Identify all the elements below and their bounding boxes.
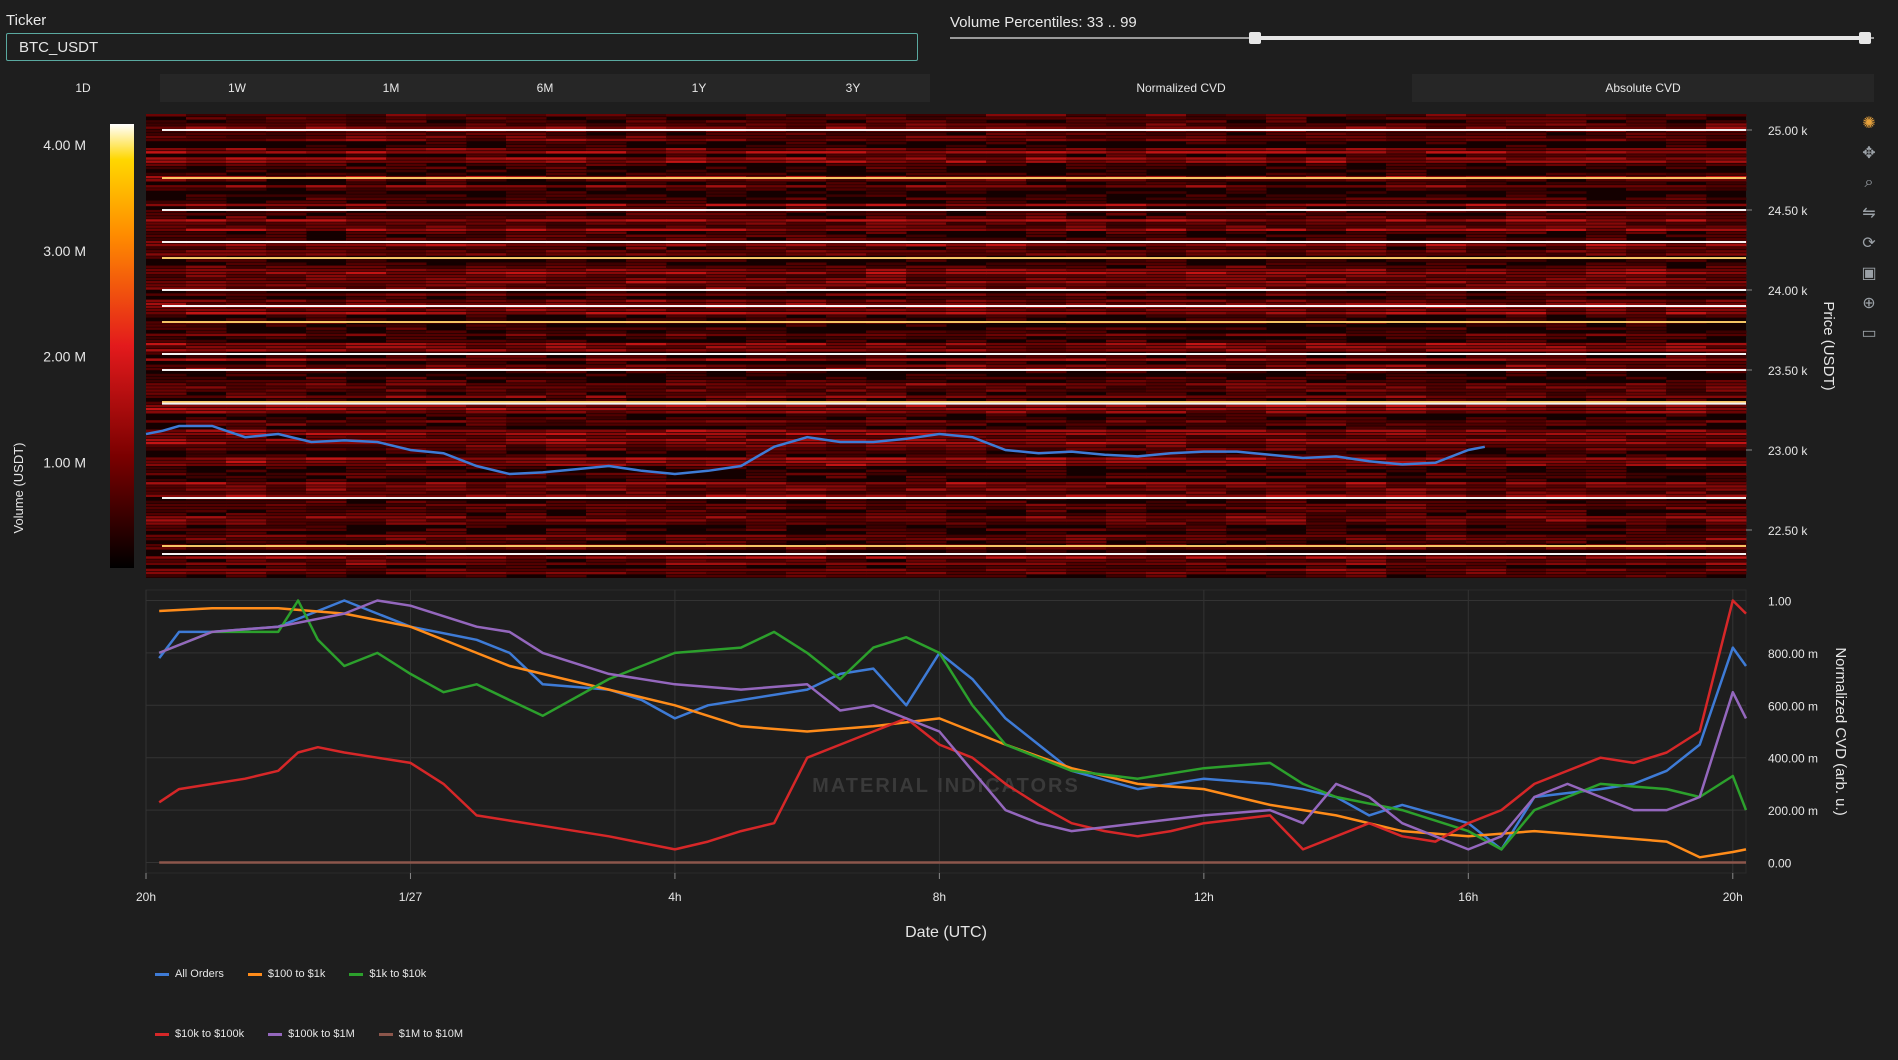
legend-swatch xyxy=(155,1032,169,1036)
colorbar-tick-label: 3.00 M xyxy=(43,243,86,259)
ticker-label: Ticker xyxy=(6,12,47,29)
legend-row-2: $10k to $100k $100k to $1M $1M to $10M xyxy=(155,1028,463,1040)
plotly-logo-icon[interactable]: ✺ xyxy=(1855,108,1883,138)
legend-item-100k-to-1m[interactable]: $100k to $1M xyxy=(268,1028,355,1040)
range-button-3y[interactable]: 3Y xyxy=(776,74,930,102)
chart-area: 1.00 M 2.00 M 3.00 M 4.00 M Volume (USDT) 22… xyxy=(11,114,1849,941)
legend-swatch xyxy=(247,972,262,976)
cvd-plot[interactable]: MATERIAL INDICATORS 0.00 200.00 m 400.00 m 6… xyxy=(136,589,1849,941)
colorbar-tick-label: 1.00 M xyxy=(43,454,86,470)
pan-icon[interactable]: ✥ xyxy=(1855,138,1883,168)
legend-item-10k-to-100k[interactable]: $10k to $100k xyxy=(155,1028,244,1040)
cvd-tick-label: 1.00 xyxy=(1768,594,1792,608)
watermark: MATERIAL INDICATORS xyxy=(812,775,1080,797)
legend-label: All Orders xyxy=(175,968,224,980)
download-icon[interactable]: ▣ xyxy=(1855,258,1883,288)
legend-item-100-to-1k[interactable]: $100 to $1k xyxy=(247,968,326,980)
legend-row-1: All Orders $100 to $1k $1k to $10k xyxy=(155,968,426,980)
legend-item-1m-to-10m[interactable]: $1M to $10M xyxy=(378,1028,463,1040)
hover-icon[interactable]: ▭ xyxy=(1855,318,1883,348)
legend-swatch xyxy=(378,1032,393,1036)
slider-handle-low[interactable] xyxy=(1248,32,1261,44)
time-range-buttons: 1D 1W 1M 6M 1Y 3Y xyxy=(6,74,930,102)
price-tick-label: 23.00 k xyxy=(1768,444,1808,458)
colorbar-tick-label: 2.00 M xyxy=(43,349,86,365)
legend-swatch xyxy=(349,972,364,976)
range-button-6m[interactable]: 6M xyxy=(468,74,622,102)
cvd-tick-label: 0.00 xyxy=(1768,857,1792,871)
colorbar-tick-label: 4.00 M xyxy=(43,137,86,153)
time-tick-label: 1/27 xyxy=(399,890,423,904)
zoom-icon[interactable]: ⌕ xyxy=(1855,168,1883,198)
price-tick-label: 24.00 k xyxy=(1768,284,1808,298)
volume-percentiles-slider[interactable] xyxy=(950,32,1874,44)
time-tick-label: 8h xyxy=(933,890,946,904)
cvd-tick-label: 800.00 m xyxy=(1768,647,1818,661)
range-button-1m[interactable]: 1M xyxy=(314,74,468,102)
price-axis-title: Price (USDT) xyxy=(1820,301,1837,390)
autoscale-icon[interactable]: ⟳ xyxy=(1855,228,1883,258)
heatmap-plot[interactable]: 22.50 k 23.00 k 23.50 k 24.00 k 24.50 k 25.00… xyxy=(145,114,1837,578)
colorbar-gradient xyxy=(110,124,134,568)
cvd-button-absolute-cvd[interactable]: Absolute CVD xyxy=(1412,74,1874,102)
ticker-input[interactable] xyxy=(6,33,918,61)
colorbar-title: Volume (USDT) xyxy=(11,442,26,533)
slider-handle-high[interactable] xyxy=(1858,32,1871,44)
cvd-axis-title: Normalized CVD (arb. u.) xyxy=(1832,647,1849,815)
zoom-in-out-icon[interactable]: ⇋ xyxy=(1855,198,1883,228)
spike-lines-icon[interactable]: ⊕ xyxy=(1855,288,1883,318)
time-tick-label: 12h xyxy=(1194,890,1214,904)
legend-label: $1M to $10M xyxy=(398,1028,463,1040)
cvd-mode-buttons: Normalized CVD Absolute CVD xyxy=(950,74,1874,102)
legend-item-1k-to-10k[interactable]: $1k to $10k xyxy=(349,968,426,980)
legend-label: $10k to $100k xyxy=(175,1028,245,1040)
time-tick-label: 4h xyxy=(668,890,681,904)
legend-item-all-orders[interactable]: All Orders xyxy=(155,968,224,980)
range-button-1w[interactable]: 1W xyxy=(160,74,314,102)
price-tick-label: 23.50 k xyxy=(1768,364,1808,378)
time-tick-label: 16h xyxy=(1458,890,1478,904)
slider-active-range xyxy=(1254,36,1865,40)
legend-swatch xyxy=(155,972,169,976)
volume-percentiles-label: Volume Percentiles: 33 .. 99 xyxy=(950,14,1137,31)
time-tick-label: 20h xyxy=(136,890,156,904)
price-tick-label: 24.50 k xyxy=(1768,204,1808,218)
range-button-1d[interactable]: 1D xyxy=(6,74,160,102)
cvd-button-normalized-cvd[interactable]: Normalized CVD xyxy=(950,74,1412,102)
legend-label: $100 to $1k xyxy=(267,968,326,980)
legend-label: $100k to $1M xyxy=(288,1028,355,1040)
cvd-tick-label: 200.00 m xyxy=(1768,804,1818,818)
cvd-tick-label: 400.00 m xyxy=(1768,752,1818,766)
colorbar: 1.00 M 2.00 M 3.00 M 4.00 M Volume (USDT) xyxy=(11,124,134,568)
time-tick-label: 20h xyxy=(1723,890,1743,904)
cvd-tick-label: 600.00 m xyxy=(1768,699,1818,713)
price-tick-label: 22.50 k xyxy=(1768,524,1808,538)
range-button-1y[interactable]: 1Y xyxy=(622,74,776,102)
modebar: ✺ ✥ ⌕ ⇋ ⟳ ▣ ⊕ ▭ xyxy=(1855,108,1883,348)
legend-label: $1k to $10k xyxy=(369,968,427,980)
price-tick-label: 25.00 k xyxy=(1768,124,1808,138)
time-axis-title: Date (UTC) xyxy=(905,924,987,941)
legend-swatch xyxy=(268,1032,283,1036)
